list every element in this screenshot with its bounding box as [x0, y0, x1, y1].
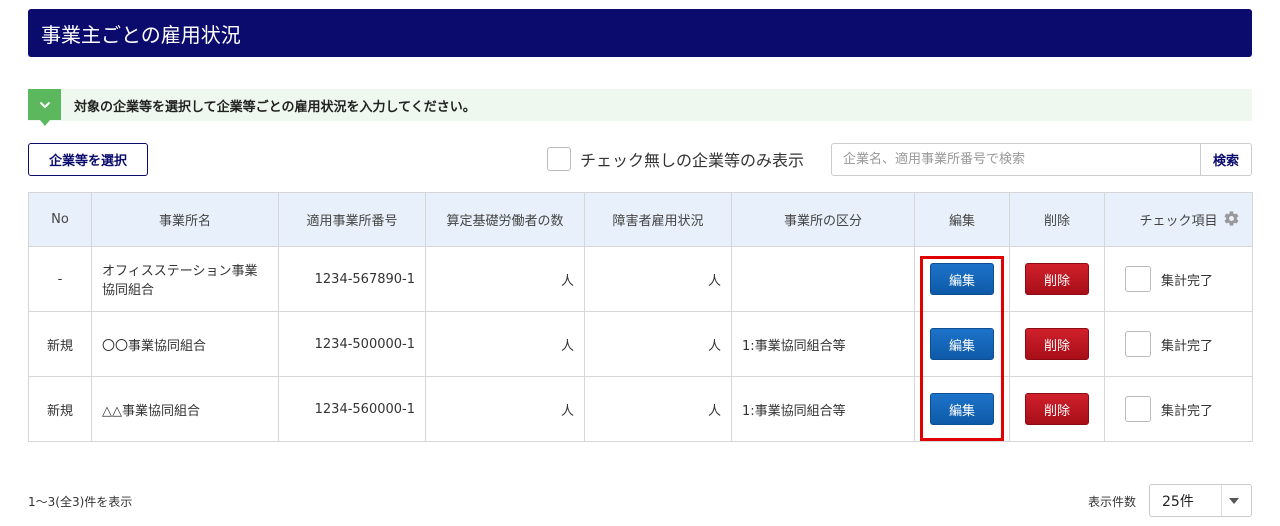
delete-button[interactable]: 削除	[1025, 393, 1089, 425]
page-title: 事業主ごとの雇用状況	[41, 22, 241, 47]
cell-office-name: 〇〇事業協同組合	[91, 311, 279, 377]
per-page-label: 表示件数	[1088, 495, 1137, 509]
cell-no: -	[28, 246, 92, 312]
cell-delete: 削除	[1009, 246, 1105, 312]
page-header: 事業主ごとの雇用状況	[28, 9, 1252, 57]
cell-office-category: 1:事業協同組合等	[731, 311, 915, 377]
col-header-check-items-label: チェック項目	[1139, 214, 1218, 229]
cell-delete: 削除	[1009, 376, 1105, 442]
per-page-select[interactable]: 25件	[1149, 484, 1252, 517]
cell-office-number: 1234-567890-1	[278, 246, 426, 312]
cell-office-category	[731, 246, 915, 312]
cell-edit: 編集	[914, 376, 1010, 442]
table-row: 新規 〇〇事業協同組合 1234-500000-1 人 人 1:事業協同組合等 …	[28, 311, 1253, 377]
delete-button[interactable]: 削除	[1025, 328, 1089, 360]
table-row: - オフィスステーション事業協同組合 1234-567890-1 人 人 編集 …	[28, 246, 1253, 312]
cell-no: 新規	[28, 311, 92, 377]
tally-complete-checkbox[interactable]	[1125, 396, 1151, 422]
tally-complete-checkbox[interactable]	[1125, 266, 1151, 292]
tally-complete-label: 集計完了	[1161, 273, 1214, 289]
table-row: 新規 △△事業協同組合 1234-560000-1 人 人 1:事業協同組合等 …	[28, 376, 1253, 442]
instruction-notice: 対象の企業等を選択して企業等ごとの雇用状況を入力してください。	[28, 89, 1252, 126]
search-button[interactable]: 検索	[1200, 143, 1252, 176]
cell-disabled-employment: 人	[584, 311, 732, 377]
cell-disabled-employment: 人	[584, 246, 732, 312]
cell-base-workers: 人	[425, 311, 585, 377]
edit-button[interactable]: 編集	[930, 328, 994, 360]
per-page-value: 25件	[1162, 493, 1194, 510]
col-header-check-items: チェック項目	[1104, 192, 1253, 247]
notice-text: 対象の企業等を選択して企業等ごとの雇用状況を入力してください。	[74, 99, 476, 115]
unchecked-only-filter[interactable]: チェック無しの企業等のみ表示	[547, 145, 804, 173]
tally-complete-label: 集計完了	[1161, 403, 1214, 419]
cell-office-name: △△事業協同組合	[91, 376, 279, 442]
unchecked-only-label: チェック無しの企業等のみ表示	[580, 151, 805, 170]
col-header-office-number: 適用事業所番号	[278, 192, 426, 247]
cell-delete: 削除	[1009, 311, 1105, 377]
cell-base-workers: 人	[425, 246, 585, 312]
col-header-base-workers: 算定基礎労働者の数	[425, 192, 585, 247]
cell-check-item: 集計完了	[1104, 376, 1253, 442]
table-header-row: No 事業所名 適用事業所番号 算定基礎労働者の数 障害者雇用状況 事業所の区分…	[28, 192, 1253, 247]
cell-check-item: 集計完了	[1104, 246, 1253, 312]
edit-button[interactable]: 編集	[930, 393, 994, 425]
cell-base-workers: 人	[425, 376, 585, 442]
select-company-button[interactable]: 企業等を選択	[28, 143, 148, 176]
search-input[interactable]	[831, 143, 1201, 176]
result-summary: 1〜3(全3)件を表示	[28, 495, 133, 509]
col-header-office-name: 事業所名	[91, 192, 279, 247]
per-page-divider	[1221, 485, 1222, 516]
delete-button[interactable]: 削除	[1025, 263, 1089, 295]
cell-check-item: 集計完了	[1104, 311, 1253, 377]
cell-edit: 編集	[914, 311, 1010, 377]
col-header-edit: 編集	[914, 192, 1010, 247]
cell-office-name: オフィスステーション事業協同組合	[91, 246, 279, 312]
col-header-disabled-employment: 障害者雇用状況	[584, 192, 732, 247]
employment-table: No 事業所名 適用事業所番号 算定基礎労働者の数 障害者雇用状況 事業所の区分…	[28, 192, 1253, 442]
edit-button[interactable]: 編集	[930, 263, 994, 295]
gear-icon[interactable]	[1223, 210, 1240, 227]
tally-complete-label: 集計完了	[1161, 338, 1214, 354]
col-header-office-category: 事業所の区分	[731, 192, 915, 247]
cell-edit: 編集	[914, 246, 1010, 312]
cell-office-number: 1234-500000-1	[278, 311, 426, 377]
caret-down-icon[interactable]	[1229, 498, 1239, 504]
tally-complete-checkbox[interactable]	[1125, 331, 1151, 357]
cell-no: 新規	[28, 376, 92, 442]
chevron-down-icon	[28, 89, 61, 126]
col-header-no: No	[28, 192, 92, 247]
unchecked-only-checkbox[interactable]	[547, 147, 571, 171]
col-header-delete: 削除	[1009, 192, 1105, 247]
cell-office-number: 1234-560000-1	[278, 376, 426, 442]
cell-office-category: 1:事業協同組合等	[731, 376, 915, 442]
cell-disabled-employment: 人	[584, 376, 732, 442]
